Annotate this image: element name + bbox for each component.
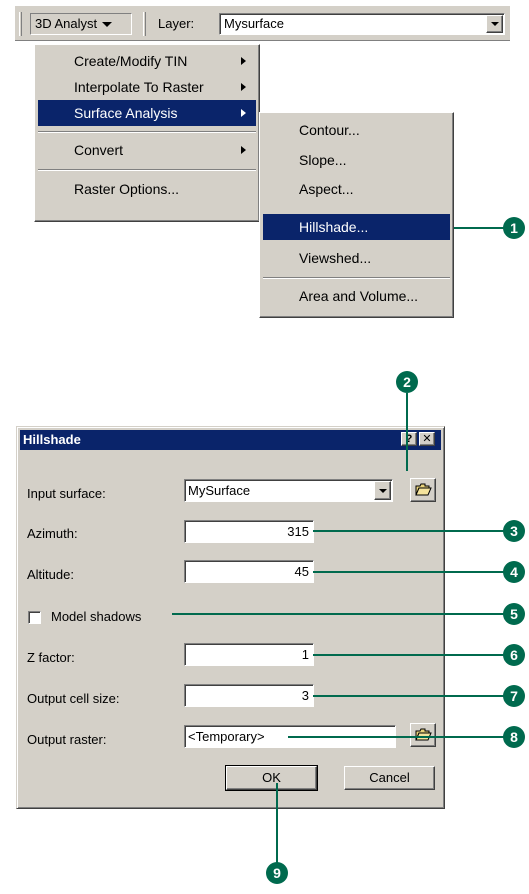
- toolbar: 3D Analyst Layer: Mysurface: [15, 5, 510, 41]
- dialog-titlebar: Hillshade ? ✕: [20, 430, 441, 450]
- menu-item-label: Interpolate To Raster: [74, 79, 204, 95]
- menu-item-convert[interactable]: Convert: [38, 137, 256, 163]
- input-surface-select[interactable]: MySurface: [184, 479, 393, 502]
- submenu-item-area-and-volume[interactable]: Area and Volume...: [263, 283, 450, 309]
- chevron-down-icon[interactable]: [486, 15, 503, 33]
- callout-1: 1: [503, 217, 525, 239]
- callout-line: [276, 783, 278, 863]
- open-folder-icon: [415, 728, 432, 741]
- output-raster-label: Output raster:: [27, 732, 107, 747]
- browse-output-raster-button[interactable]: [410, 723, 436, 747]
- callout-2: 2: [396, 371, 418, 393]
- callout-line: [288, 736, 513, 738]
- callout-line: [313, 654, 513, 656]
- menu-item-label: Surface Analysis: [74, 105, 178, 121]
- input-surface-label: Input surface:: [27, 486, 106, 501]
- menu-item-label: Convert: [74, 142, 124, 158]
- 3d-analyst-menu-button[interactable]: 3D Analyst: [30, 13, 132, 35]
- model-shadows-label[interactable]: Model shadows: [51, 609, 141, 624]
- callout-line: [172, 613, 513, 615]
- menu-item-raster-options[interactable]: Raster Options...: [38, 176, 256, 202]
- callout-line: [406, 393, 408, 471]
- altitude-value: 45: [294, 564, 309, 579]
- submenu-arrow-icon: [241, 83, 246, 91]
- callout-7: 7: [503, 685, 525, 707]
- callout-5: 5: [503, 603, 525, 625]
- z-factor-label: Z factor:: [27, 650, 75, 665]
- menu-item-interpolate-to-raster[interactable]: Interpolate To Raster: [38, 74, 256, 100]
- callout-4: 4: [503, 561, 525, 583]
- submenu-item-label: Aspect...: [299, 181, 354, 197]
- altitude-input[interactable]: 45: [184, 560, 314, 583]
- chevron-down-icon: [379, 489, 387, 493]
- output-cell-size-value: 3: [301, 688, 309, 703]
- model-shadows-checkbox[interactable]: [28, 611, 41, 624]
- submenu-item-slope[interactable]: Slope...: [263, 147, 450, 173]
- output-raster-value: <Temporary>: [188, 729, 265, 744]
- callout-6: 6: [503, 644, 525, 666]
- submenu-arrow-icon: [241, 109, 246, 117]
- ok-button[interactable]: OK: [225, 765, 318, 791]
- submenu-item-label: Slope...: [299, 152, 347, 168]
- callout-9: 9: [266, 862, 288, 884]
- help-button[interactable]: ?: [401, 432, 417, 446]
- layer-select[interactable]: Mysurface: [219, 13, 505, 35]
- submenu-item-contour[interactable]: Contour...: [263, 117, 450, 143]
- browse-input-surface-button[interactable]: [410, 478, 436, 502]
- submenu-item-label: Hillshade...: [299, 219, 369, 235]
- toolbar-grip[interactable]: [19, 12, 22, 36]
- dialog-title: Hillshade: [23, 432, 81, 447]
- azimuth-value: 315: [287, 524, 309, 539]
- 3d-analyst-label: 3D Analyst: [35, 16, 98, 31]
- callout-line: [313, 571, 513, 573]
- layer-label: Layer:: [158, 16, 195, 31]
- chevron-down-icon: [102, 22, 113, 28]
- azimuth-input[interactable]: 315: [184, 520, 314, 543]
- altitude-label: Altitude:: [27, 567, 74, 582]
- menu-item-create-modify-tin[interactable]: Create/Modify TIN: [38, 48, 256, 74]
- callout-8: 8: [503, 726, 525, 748]
- layer-select-value: Mysurface: [224, 16, 284, 31]
- menu-separator: [263, 277, 450, 279]
- callout-line: [313, 695, 513, 697]
- submenu-arrow-icon: [241, 146, 246, 154]
- callout-3: 3: [503, 520, 525, 542]
- hillshade-dialog: Hillshade ? ✕ Input surface: MySurface A…: [16, 426, 445, 809]
- menu-item-label: Raster Options...: [74, 181, 180, 197]
- menu-separator: [38, 131, 256, 133]
- submenu-item-viewshed[interactable]: Viewshed...: [263, 245, 450, 271]
- close-button[interactable]: ✕: [419, 432, 435, 446]
- menu-separator: [38, 169, 256, 171]
- menu-item-surface-analysis[interactable]: Surface Analysis: [38, 100, 256, 126]
- output-cell-size-input[interactable]: 3: [184, 684, 314, 707]
- submenu-item-label: Contour...: [299, 122, 360, 138]
- z-factor-value: 1: [301, 647, 309, 662]
- toolbar-grip: [143, 12, 146, 36]
- 3d-analyst-menu: Create/Modify TIN Interpolate To Raster …: [34, 44, 260, 222]
- azimuth-label: Azimuth:: [27, 526, 78, 541]
- submenu-item-label: Viewshed...: [299, 250, 372, 266]
- surface-analysis-submenu: Contour... Slope... Aspect... Hillshade.…: [259, 112, 454, 318]
- output-cell-size-label: Output cell size:: [27, 691, 120, 706]
- submenu-item-hillshade[interactable]: Hillshade...: [263, 214, 450, 240]
- callout-line: [454, 227, 510, 229]
- open-folder-icon: [415, 483, 432, 496]
- submenu-arrow-icon: [241, 57, 246, 65]
- z-factor-input[interactable]: 1: [184, 643, 314, 666]
- menu-item-label: Create/Modify TIN: [74, 53, 188, 69]
- submenu-item-label: Area and Volume...: [299, 288, 419, 304]
- submenu-item-aspect[interactable]: Aspect...: [263, 176, 450, 202]
- cancel-button[interactable]: Cancel: [344, 766, 435, 790]
- input-surface-value: MySurface: [188, 483, 251, 498]
- input-surface-dropdown-button[interactable]: [374, 481, 391, 500]
- callout-line: [313, 530, 513, 532]
